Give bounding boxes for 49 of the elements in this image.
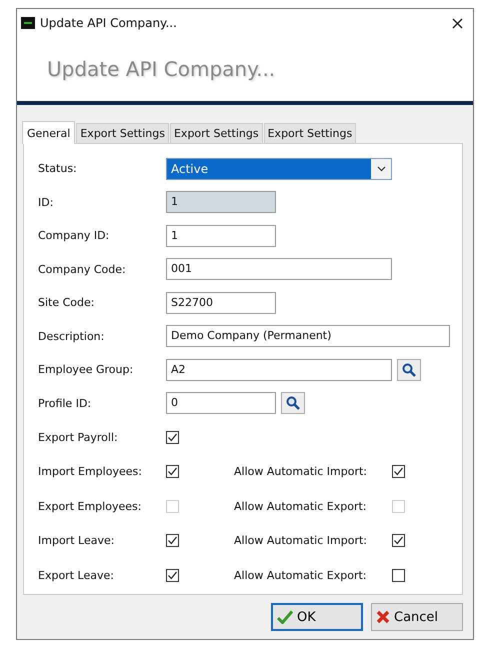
close-icon[interactable] bbox=[452, 18, 463, 28]
input-field[interactable]: 1 bbox=[166, 191, 276, 214]
checkbox-label: Allow Automatic Import: bbox=[234, 465, 368, 478]
input-field[interactable]: S22700 bbox=[166, 292, 276, 314]
search-button[interactable] bbox=[281, 392, 305, 414]
tab[interactable]: Export Settings bbox=[264, 123, 356, 143]
field-label: ID: bbox=[38, 196, 54, 209]
search-button[interactable] bbox=[397, 358, 421, 381]
window-title: Update API Company... bbox=[40, 16, 178, 30]
input-field[interactable]: 1 bbox=[166, 224, 276, 247]
checkbox[interactable] bbox=[166, 568, 179, 582]
dialog-heading: Update API Company... bbox=[47, 57, 276, 81]
tab[interactable]: General bbox=[22, 121, 76, 144]
checkbox[interactable] bbox=[166, 430, 179, 444]
checkmark-icon bbox=[277, 610, 293, 624]
checkbox-label: Export Payroll: bbox=[38, 430, 119, 444]
field-label: Status: bbox=[38, 162, 78, 176]
checkbox-label: Export Employees: bbox=[38, 500, 142, 513]
input-field[interactable]: A2 bbox=[166, 358, 392, 381]
checkbox-label: Import Leave: bbox=[38, 534, 116, 548]
checkbox[interactable] bbox=[392, 465, 405, 478]
checkbox-label: Allow Automatic Export: bbox=[234, 568, 368, 582]
checkbox-label: Import Employees: bbox=[38, 465, 143, 478]
checkbox-label: Allow Automatic Import: bbox=[234, 534, 368, 548]
checkbox[interactable] bbox=[166, 465, 179, 478]
field-label: Profile ID: bbox=[38, 396, 92, 410]
cross-icon bbox=[376, 610, 390, 624]
app-icon bbox=[21, 17, 35, 29]
input-field[interactable]: 0 bbox=[166, 392, 276, 414]
status-dropdown[interactable]: Active bbox=[166, 158, 392, 180]
tab[interactable]: Export Settings bbox=[170, 123, 263, 143]
checkbox-label: Allow Automatic Export: bbox=[234, 500, 368, 513]
field-label: Company Code: bbox=[38, 262, 127, 276]
field-label: Employee Group: bbox=[38, 363, 134, 376]
checkbox[interactable] bbox=[166, 534, 179, 548]
field-label: Company ID: bbox=[38, 229, 110, 242]
checkbox[interactable] bbox=[392, 568, 405, 582]
ok-button[interactable]: OK bbox=[271, 603, 363, 631]
search-icon bbox=[402, 362, 416, 377]
checkbox-label: Export Leave: bbox=[38, 568, 115, 582]
checkbox[interactable] bbox=[392, 534, 405, 548]
chevron-down-icon bbox=[376, 166, 386, 172]
cancel-button[interactable]: Cancel bbox=[371, 603, 463, 631]
tab[interactable]: Export Settings bbox=[76, 123, 169, 143]
search-icon bbox=[286, 396, 300, 410]
input-field[interactable]: Demo Company (Permanent) bbox=[166, 325, 450, 348]
field-label: Site Code: bbox=[38, 296, 96, 310]
field-label: Description: bbox=[38, 330, 106, 343]
input-field[interactable]: 001 bbox=[166, 258, 392, 280]
